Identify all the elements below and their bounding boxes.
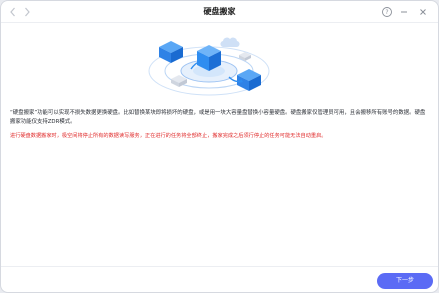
- dialog-window: 硬盘搬家 ? “硬盘搬家”功能可以实现不损失数据更换硬盘。比如替换某块即将损坏的…: [0, 0, 439, 293]
- close-icon[interactable]: [417, 6, 429, 18]
- description-text: “硬盘搬家”功能可以实现不损失数据更换硬盘。比如替换某块即将损坏的硬盘，或是用一…: [10, 110, 426, 125]
- window-title: 硬盘搬家: [203, 7, 236, 16]
- footer-bar: [1, 266, 438, 292]
- next-button[interactable]: 下一步: [377, 273, 433, 289]
- disk-migration-illustration: [129, 25, 289, 103]
- minimize-icon[interactable]: [398, 6, 410, 18]
- svg-text:?: ?: [385, 9, 388, 16]
- help-icon[interactable]: ?: [381, 6, 393, 18]
- warning-text: 进行硬盘数据搬家时，极空间将停止所有的数据读写服务，正在进行的任务将全部终止，搬…: [10, 133, 327, 139]
- title-bar: 硬盘搬家 ?: [1, 1, 438, 23]
